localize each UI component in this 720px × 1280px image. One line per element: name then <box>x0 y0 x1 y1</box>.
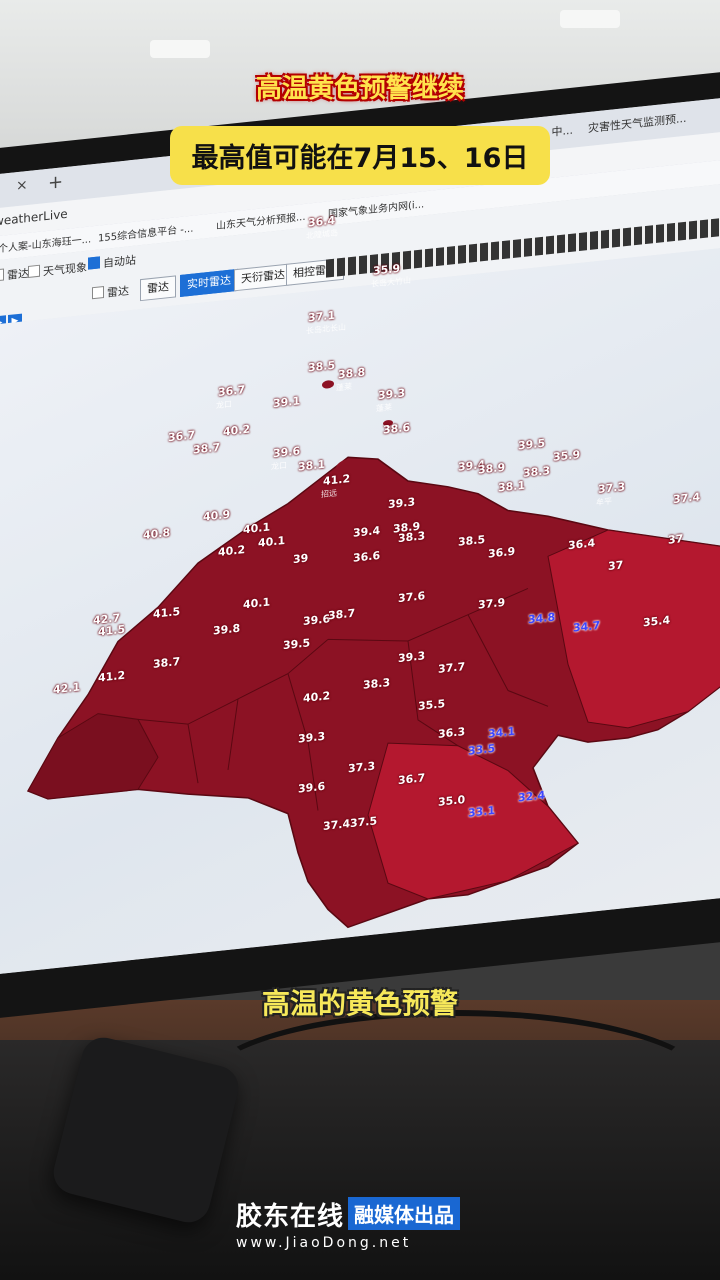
subheadline-text: 最高值可能在7月15、16日 <box>169 126 551 185</box>
address-text: weatherLive <box>0 206 68 229</box>
brand-tag: 融媒体出品 <box>348 1197 461 1230</box>
monitor: × + 天气雷达 V3.0 - 中... 灾害性天气监测预... weather… <box>0 70 720 1020</box>
tianyan-radar-button[interactable]: 天衍雷达 <box>234 263 292 292</box>
realtime-radar-button[interactable]: 实时雷达 <box>180 268 238 297</box>
cable <box>200 1010 712 1162</box>
checkbox-radar[interactable]: 雷达 <box>0 265 29 285</box>
monitor-screen: × + 天气雷达 V3.0 - 中... 灾害性天气监测预... weather… <box>0 95 720 976</box>
video-caption: 高温的黄色预警 <box>261 987 458 1020</box>
brand-watermark: 胶东在线 融媒体出品 www.JiaoDong.net <box>236 1196 496 1251</box>
ceiling-light <box>560 10 620 28</box>
station-name: 龙口 <box>271 460 287 472</box>
headline-text: 高温黄色预警继续 <box>255 74 464 104</box>
island <box>322 380 334 389</box>
station-name: 蓬莱 <box>376 402 392 414</box>
checkbox-weather[interactable]: 天气现象 <box>28 259 87 281</box>
land-region <box>27 713 159 800</box>
station-name: 龙口 <box>216 399 232 411</box>
subheadline: 最高值可能在7月15、16日 <box>0 126 720 185</box>
station-temperature: 37 <box>608 558 624 573</box>
weather-map[interactable]: 36.4 北隍城岛 35.9 长岛大竹山 37.1 长岛北长山 38.5 38.8 蓬莱 36.7… <box>0 214 720 976</box>
checkbox-auto-station[interactable]: 自动站 <box>88 252 136 273</box>
radar-button[interactable]: 雷达 <box>140 275 176 302</box>
station-name: 蓬莱 <box>336 381 352 393</box>
headline: 高温黄色预警继续 <box>0 68 720 105</box>
brand-name: 胶东在线 <box>236 1202 345 1232</box>
brand-url: www.JiaoDong.net <box>236 1235 412 1251</box>
ceiling-light <box>150 40 210 58</box>
station-name: 牟平 <box>596 496 612 508</box>
checkbox-radar-2[interactable]: 雷达 <box>92 282 129 302</box>
station-temperature: 37 <box>668 532 684 547</box>
station-temperature: 39 <box>293 551 309 567</box>
map-land-svg <box>26 380 720 929</box>
station-name: 招远 <box>321 488 337 500</box>
